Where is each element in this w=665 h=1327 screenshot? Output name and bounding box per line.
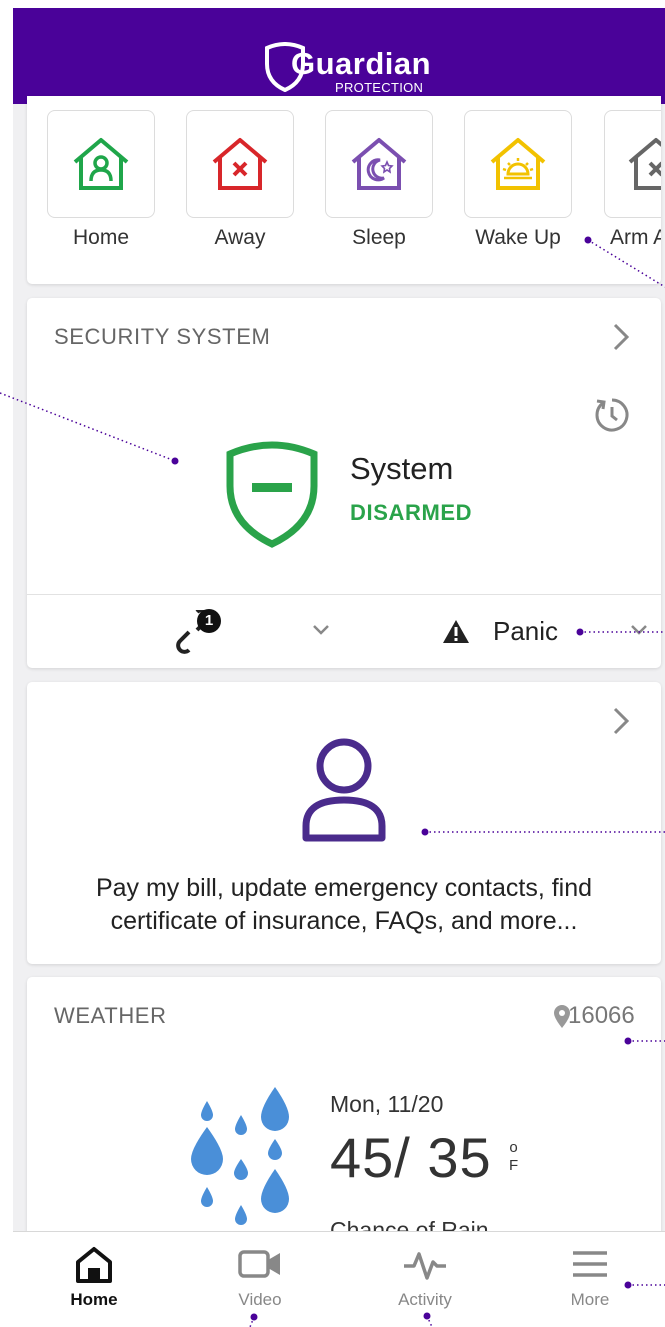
app-screen: Guardian PROTECTION Home Away Sleep Wake… [13, 8, 665, 1327]
system-status: DISARMED [350, 500, 473, 525]
weather-zip[interactable]: 16066 [568, 1002, 635, 1030]
security-title: SECURITY SYSTEM [54, 324, 271, 349]
away-scene-icon [212, 138, 268, 190]
tab-home[interactable]: Home [34, 1244, 154, 1310]
bottom-tab-bar: Home Video Activity More [13, 1231, 665, 1327]
system-label: System [350, 451, 454, 486]
scene-sleep-button[interactable]: Sleep [325, 110, 433, 250]
tab-label: Activity [398, 1290, 452, 1309]
weather-title: WEATHER [54, 1003, 167, 1028]
security-system-card: SECURITY SYSTEM System DISARMED 1 Panic [27, 298, 661, 668]
tab-more[interactable]: More [530, 1244, 650, 1310]
video-camera-icon [238, 1250, 280, 1278]
scene-away-button[interactable]: Away [186, 110, 294, 250]
scene-label: Home [72, 226, 130, 249]
account-card[interactable]: Pay my bill, update emergency contacts, … [27, 682, 661, 964]
rain-drops-icon [191, 1087, 289, 1225]
scene-home-button[interactable]: Home [47, 110, 155, 250]
chevron-down-icon[interactable] [311, 623, 331, 637]
scene-arm-button[interactable]: Arm A [604, 110, 661, 250]
arm-scene-icon [628, 138, 661, 190]
home-icon [76, 1247, 112, 1283]
account-person-icon [302, 738, 386, 842]
tab-video[interactable]: Video [200, 1244, 320, 1310]
chevron-down-icon[interactable] [629, 623, 649, 637]
weather-unit: o F [509, 1139, 519, 1174]
panic-button[interactable]: Panic [493, 616, 558, 647]
divider [27, 594, 661, 595]
weather-date: Mon, 11/20 [330, 1091, 444, 1117]
chevron-right-icon[interactable] [611, 322, 631, 352]
tab-activity[interactable]: Activity [365, 1244, 485, 1310]
brand-subtitle: PROTECTION [335, 80, 424, 95]
history-icon[interactable] [593, 396, 631, 434]
brand-logo: Guardian PROTECTION [263, 42, 433, 98]
chevron-right-icon[interactable] [611, 706, 631, 736]
scene-label: Sleep [352, 226, 406, 249]
scene-label: Arm A [610, 226, 661, 249]
scene-label: Wake Up [475, 226, 561, 249]
sleep-scene-icon [351, 138, 407, 190]
activity-pulse-icon [404, 1252, 446, 1280]
account-description: Pay my bill, update emergency contacts, … [95, 874, 593, 935]
menu-icon [573, 1251, 607, 1277]
weather-temp: 45/ 35 [330, 1126, 492, 1189]
scene-wake-up-button[interactable]: Wake Up [464, 110, 572, 250]
tab-label: Video [238, 1290, 282, 1309]
home-scene-icon [73, 138, 129, 190]
disarmed-shield-icon [226, 441, 318, 548]
warning-icon [443, 620, 469, 643]
wake-up-scene-icon [490, 138, 546, 190]
brand-name: Guardian [291, 46, 432, 81]
tab-label: Home [70, 1290, 118, 1309]
link-badge: 1 [197, 609, 221, 633]
scene-label: Away [214, 226, 266, 249]
scenes-strip: Home Away Sleep Wake Up Arm A [27, 96, 661, 284]
app-header: Guardian PROTECTION [13, 8, 665, 104]
tab-label: More [570, 1290, 610, 1309]
